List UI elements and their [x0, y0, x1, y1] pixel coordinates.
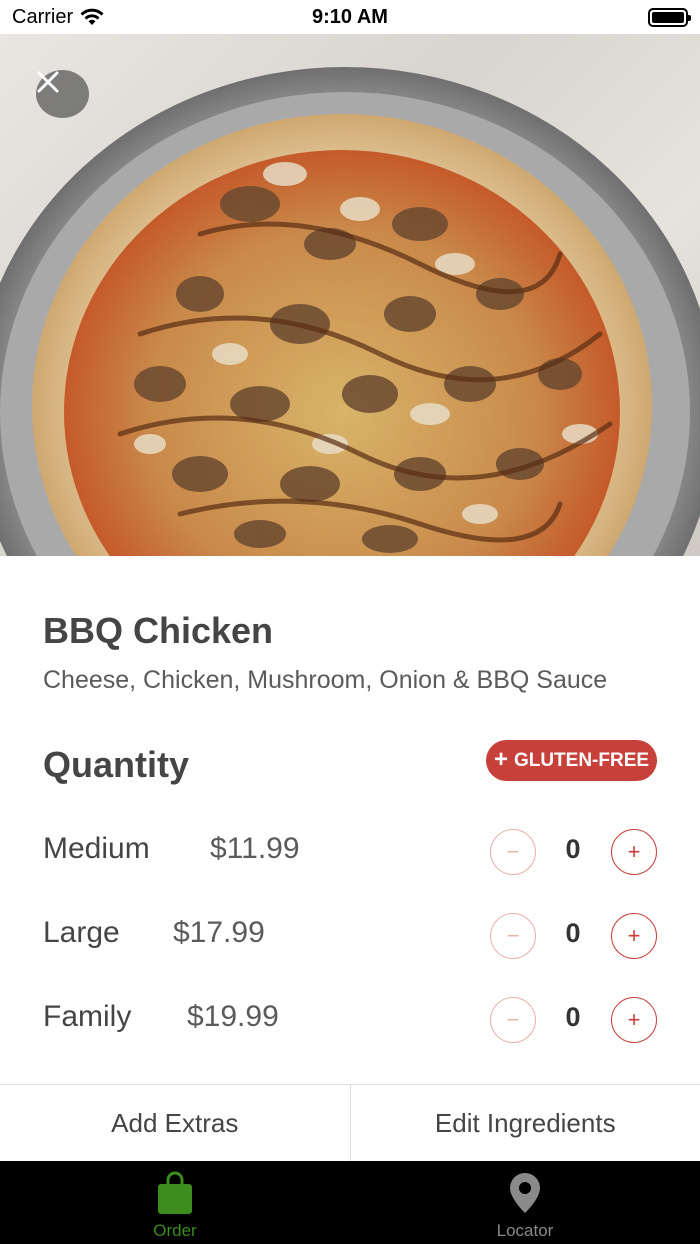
pizza-hero-image	[0, 34, 700, 556]
decrement-button[interactable]: −	[490, 997, 536, 1043]
carrier-label: Carrier	[12, 5, 74, 28]
plus-icon: +	[627, 839, 641, 864]
increment-button[interactable]: +	[611, 913, 657, 959]
map-pin-icon	[510, 1173, 540, 1213]
minus-icon: −	[506, 1007, 520, 1032]
quantity-count: 0	[565, 918, 581, 948]
item-description: Cheese, Chicken, Mushroom, Onion & BBQ S…	[43, 666, 608, 694]
tab-label: Order	[153, 1221, 197, 1240]
size-row-family: Family $19.99 − 0 +	[0, 990, 700, 1050]
close-icon	[37, 71, 59, 93]
decrement-button[interactable]: −	[490, 829, 536, 875]
wifi-icon	[80, 8, 104, 25]
plus-icon: +	[627, 923, 641, 948]
item-details: BBQ Chicken Cheese, Chicken, Mushroom, O…	[0, 556, 700, 1084]
size-name: Medium	[43, 832, 150, 865]
tab-locator[interactable]: Locator	[350, 1161, 700, 1244]
gluten-free-label: GLUTEN-FREE	[513, 749, 650, 771]
increment-button[interactable]: +	[611, 997, 657, 1043]
size-price: $19.99	[187, 1000, 279, 1033]
plus-icon: +	[493, 745, 508, 773]
tab-bar: Order Locator	[0, 1161, 700, 1244]
quantity-title: Quantity	[43, 744, 190, 785]
minus-icon: −	[506, 923, 520, 948]
close-button[interactable]	[36, 70, 89, 118]
size-name: Large	[43, 916, 120, 949]
size-price: $17.99	[173, 916, 265, 949]
status-bar: Carrier 9:10 AM	[0, 0, 700, 34]
edit-ingredients-button[interactable]: Edit Ingredients	[349, 1085, 700, 1161]
tab-label: Locator	[496, 1221, 554, 1240]
size-price: $11.99	[210, 832, 300, 865]
quantity-count: 0	[565, 834, 581, 864]
battery-icon	[648, 7, 691, 27]
add-extras-button[interactable]: Add Extras	[0, 1085, 350, 1161]
gluten-free-button[interactable]: + GLUTEN-FREE	[486, 740, 657, 781]
quantity-count: 0	[565, 1002, 581, 1032]
carrier-info: Carrier	[12, 6, 105, 29]
plus-icon: +	[627, 1007, 641, 1032]
pizza-illustration	[0, 67, 700, 556]
shopping-bag-icon	[158, 1171, 192, 1214]
minus-icon: −	[506, 839, 520, 864]
size-row-medium: Medium $11.99 − 0 +	[0, 822, 700, 882]
increment-button[interactable]: +	[611, 829, 657, 875]
item-actions: Add Extras Edit Ingredients	[0, 1084, 700, 1161]
size-name: Family	[43, 1000, 132, 1033]
tab-order[interactable]: Order	[0, 1161, 350, 1244]
decrement-button[interactable]: −	[490, 913, 536, 959]
size-row-large: Large $17.99 − 0 +	[0, 906, 700, 966]
item-title: BBQ Chicken	[43, 610, 274, 651]
